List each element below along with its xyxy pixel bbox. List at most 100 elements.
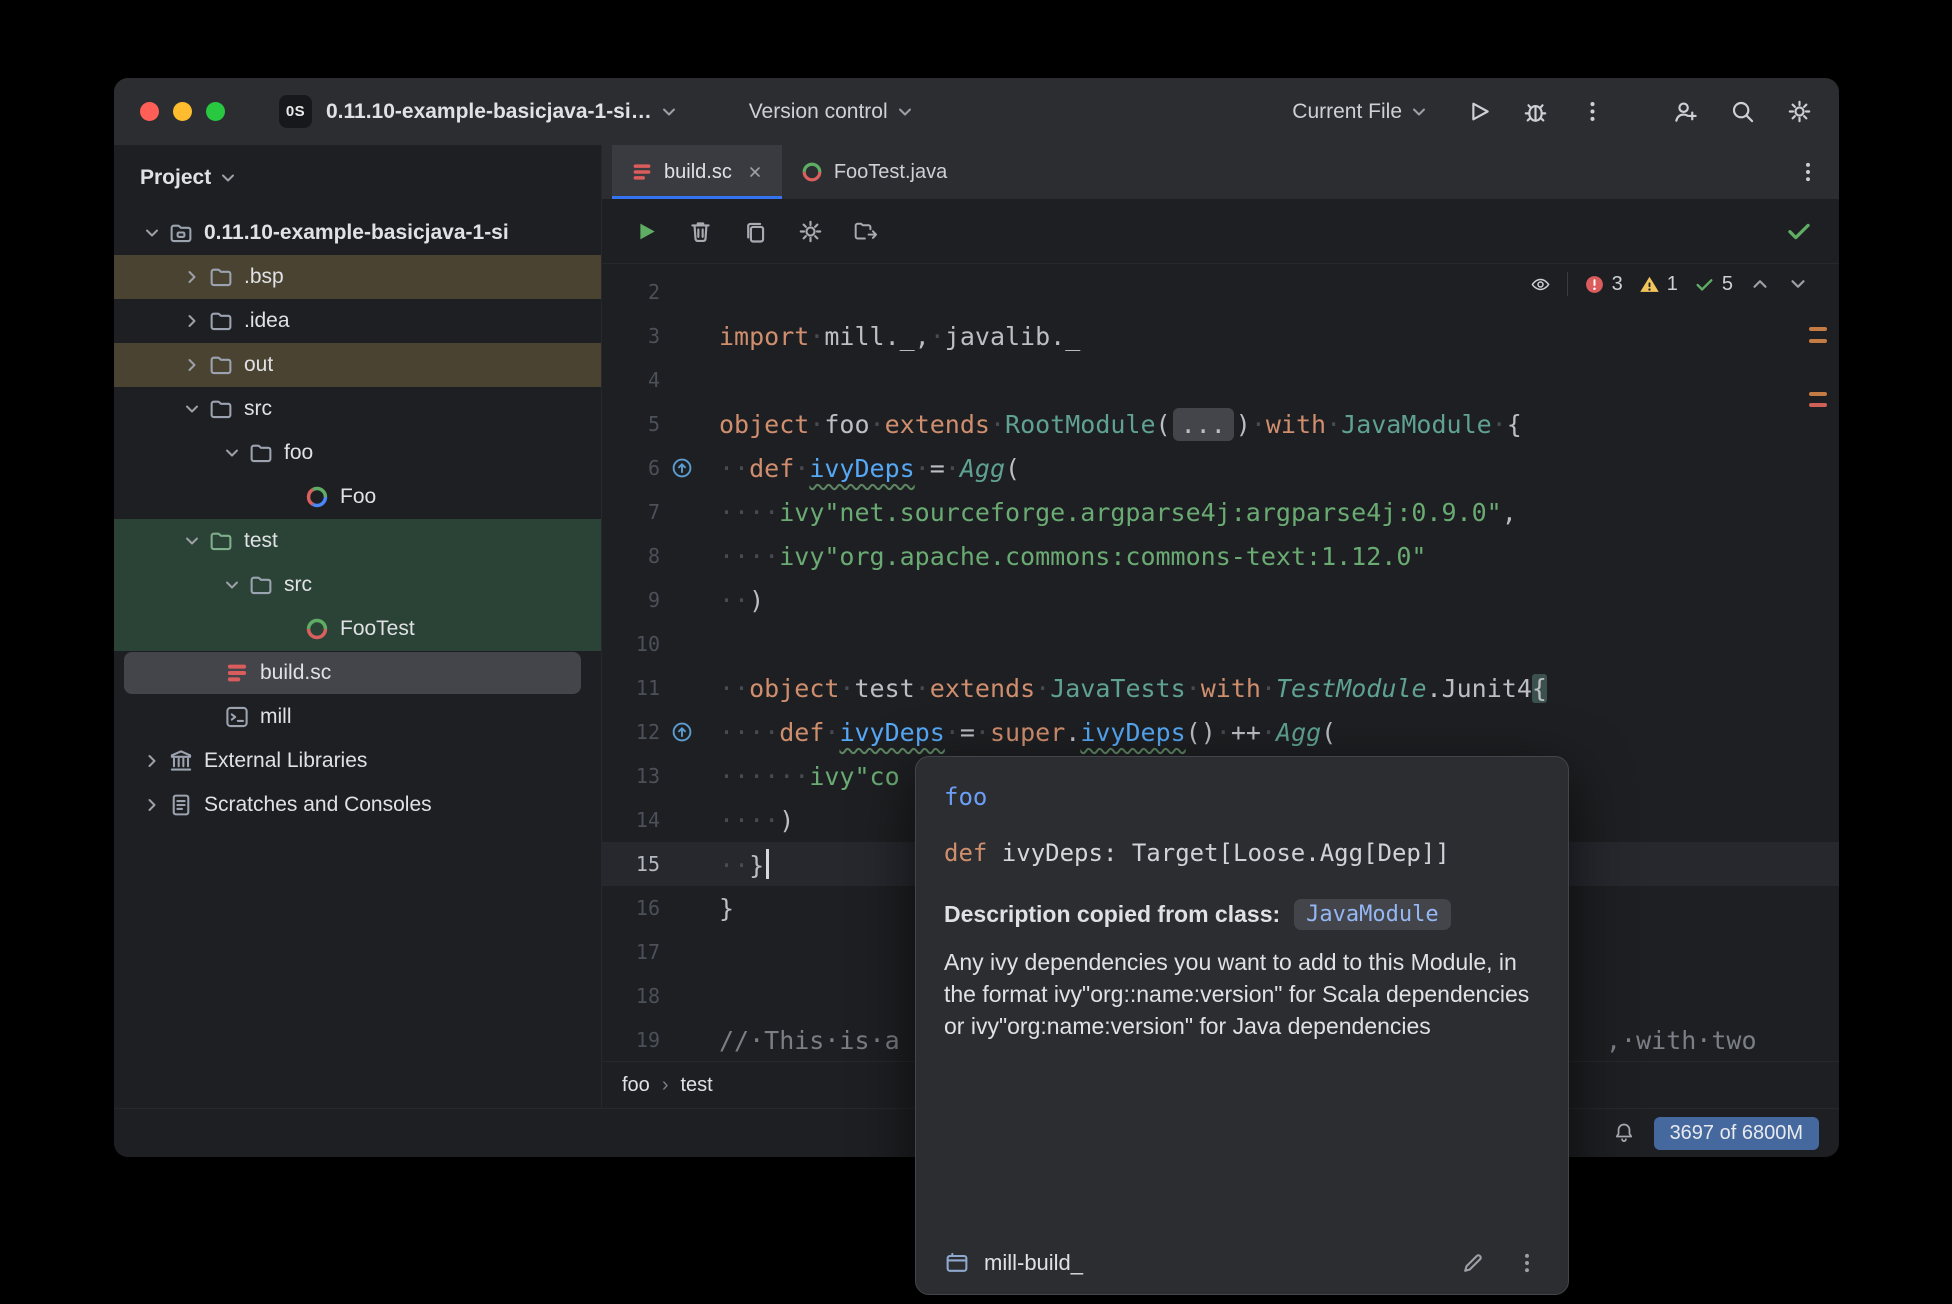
tree-item-external-libraries[interactable]: External Libraries: [114, 739, 601, 783]
code-line-5[interactable]: 5object·foo·extends·RootModule(...)·with…: [602, 402, 1839, 446]
chevron-right-icon[interactable]: [178, 267, 206, 287]
chevron-down-icon: [895, 102, 915, 122]
tab-label: build.sc: [664, 161, 732, 184]
tree-item-src[interactable]: src: [114, 387, 601, 431]
version-control-menu[interactable]: Version control: [749, 100, 915, 124]
close-window-button[interactable]: [140, 102, 159, 121]
chevron-down-icon[interactable]: [218, 443, 246, 463]
tree-item-build-sc[interactable]: build.sc: [114, 651, 601, 695]
tree-item-label: mill: [260, 705, 292, 729]
search-everywhere-button[interactable]: [1729, 98, 1756, 125]
previous-issue-button[interactable]: [1749, 273, 1771, 295]
description-label: Description copied from class:: [944, 901, 1280, 928]
tree-item-bsp[interactable]: .bsp: [114, 255, 601, 299]
run-button[interactable]: [1465, 98, 1492, 125]
inspection-widget[interactable]: 3 1 5: [1530, 272, 1809, 296]
line-number: 14: [602, 808, 660, 832]
project-title[interactable]: 0.11.10-example-basicjava-1-si…: [326, 100, 652, 124]
text-caret: [766, 849, 769, 879]
tree-item-src[interactable]: src: [114, 563, 601, 607]
line-number: 3: [602, 324, 660, 348]
scratches-icon: [168, 792, 194, 818]
project-panel-title: Project: [140, 166, 211, 190]
analysis-ok-icon[interactable]: [1785, 217, 1813, 245]
javamodule-chip[interactable]: JavaModule: [1294, 899, 1450, 930]
chevron-down-icon[interactable]: [218, 575, 246, 595]
code-line-3[interactable]: 3import·mill._,·javalib._: [602, 314, 1839, 358]
code-with-me-button[interactable]: [1672, 98, 1699, 125]
notifications-bell-icon[interactable]: [1612, 1121, 1636, 1145]
code-line-9[interactable]: 9··): [602, 578, 1839, 622]
tree-item-mill[interactable]: mill: [114, 695, 601, 739]
settings-button[interactable]: [1786, 98, 1813, 125]
editor-tabs: build.sc FooTest.java: [602, 145, 1839, 199]
tree-item-foo[interactable]: foo: [114, 431, 601, 475]
chevron-right-icon[interactable]: [138, 795, 166, 815]
popup-symbol-link[interactable]: foo: [944, 783, 1540, 811]
passed-count[interactable]: 5: [1694, 273, 1733, 296]
project-panel-header[interactable]: Project: [114, 145, 601, 211]
breadcrumb-foo[interactable]: foo: [622, 1074, 650, 1097]
tree-item-scratches-and-consoles[interactable]: Scratches and Consoles: [114, 783, 601, 827]
memory-indicator[interactable]: 3697 of 6800M: [1654, 1117, 1819, 1150]
tabs-container: build.sc FooTest.java: [612, 145, 965, 199]
code-line-7[interactable]: 7····ivy"net.sourceforge.argparse4j:argp…: [602, 490, 1839, 534]
tree-item-test[interactable]: test: [114, 519, 601, 563]
override-gutter-icon[interactable]: [660, 720, 704, 744]
tree-item-footest[interactable]: FooTest: [114, 607, 601, 651]
close-tab-icon[interactable]: [746, 163, 764, 181]
line-number: 2: [602, 280, 660, 304]
copy-button[interactable]: [742, 218, 769, 245]
code-line-10[interactable]: 10: [602, 622, 1839, 666]
tree-item-out[interactable]: out: [114, 343, 601, 387]
chevron-down-icon[interactable]: [178, 531, 206, 551]
tab-build-sc[interactable]: build.sc: [612, 145, 782, 199]
debug-button[interactable]: [1522, 98, 1549, 125]
code-text: ····): [704, 806, 794, 835]
titlebar: 0S 0.11.10-example-basicjava-1-si… Versi…: [114, 78, 1839, 145]
code-line-11[interactable]: 11··object·test·extends·JavaTests·with·T…: [602, 666, 1839, 710]
tree-indent: [274, 487, 302, 507]
chevron-right-icon[interactable]: [178, 311, 206, 331]
open-in-split-button[interactable]: [852, 218, 879, 245]
fullscreen-window-button[interactable]: [206, 102, 225, 121]
error-count[interactable]: 3: [1584, 273, 1623, 296]
tree-item-idea[interactable]: .idea: [114, 299, 601, 343]
run-configuration-label: Current File: [1292, 100, 1402, 124]
tab-options-button[interactable]: [1795, 159, 1821, 185]
tab-label: FooTest.java: [834, 161, 947, 184]
chevron-down-icon[interactable]: [178, 399, 206, 419]
project-badge[interactable]: 0S: [279, 95, 312, 128]
code-line-8[interactable]: 8····ivy"org.apache.commons:commons-text…: [602, 534, 1839, 578]
libraries-icon: [168, 748, 194, 774]
code-line-6[interactable]: 6··def·ivyDeps·=·Agg(: [602, 446, 1839, 490]
line-number: 18: [602, 984, 660, 1008]
tree-item-foo[interactable]: Foo: [114, 475, 601, 519]
edit-source-button[interactable]: [1460, 1250, 1486, 1276]
folder-icon: [208, 264, 234, 290]
code-line-12[interactable]: 12····def·ivyDeps·=·super.ivyDeps()·++·A…: [602, 710, 1839, 754]
highlight-eye-icon[interactable]: [1530, 274, 1551, 295]
more-actions-button[interactable]: [1579, 98, 1606, 125]
chevron-right-icon[interactable]: [138, 751, 166, 771]
project-menu-chevron-icon[interactable]: [659, 102, 679, 122]
tab-footest-java[interactable]: FooTest.java: [782, 145, 965, 199]
tree-item-label: build.sc: [260, 661, 331, 685]
project-tool-window: Project 0.11.10-example-basicjava-1-si.b…: [114, 145, 602, 1108]
minimize-window-button[interactable]: [173, 102, 192, 121]
popup-more-button[interactable]: [1514, 1250, 1540, 1276]
popup-description-header: Description copied from class: JavaModul…: [944, 899, 1540, 930]
run-script-button[interactable]: [632, 218, 659, 245]
code-line-4[interactable]: 4: [602, 358, 1839, 402]
breadcrumb-test[interactable]: test: [680, 1074, 712, 1097]
next-issue-button[interactable]: [1787, 273, 1809, 295]
run-configuration-selector[interactable]: Current File: [1292, 100, 1429, 124]
chevron-right-icon[interactable]: [178, 355, 206, 375]
warning-count[interactable]: 1: [1639, 273, 1678, 296]
script-settings-button[interactable]: [797, 218, 824, 245]
tree-item-0-11-10-example-basicjava-1-si[interactable]: 0.11.10-example-basicjava-1-si: [114, 211, 601, 255]
chevron-down-icon[interactable]: [138, 223, 166, 243]
delete-button[interactable]: [687, 218, 714, 245]
override-gutter-icon[interactable]: [660, 456, 704, 480]
breadcrumb-separator: ›: [662, 1074, 669, 1097]
